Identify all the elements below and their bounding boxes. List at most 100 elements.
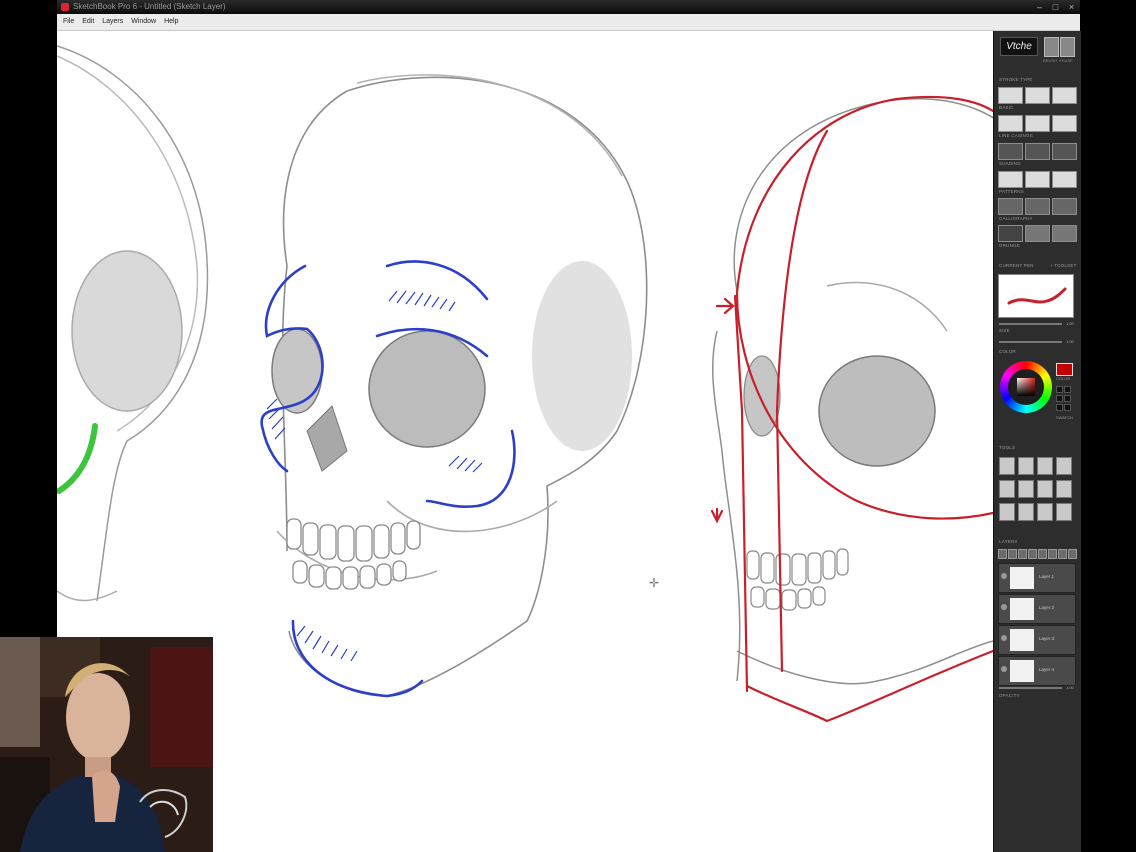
layer-row[interactable]: Layer 2 (998, 594, 1076, 624)
pen-tool-icon[interactable] (1037, 457, 1053, 475)
layer-menu-icon[interactable] (1058, 549, 1067, 559)
middle-skull-teeth (286, 518, 421, 590)
green-stroke (57, 423, 98, 494)
menu-file[interactable]: File (63, 14, 74, 30)
color-picker-square[interactable] (1017, 378, 1035, 396)
pattern-1-button[interactable] (998, 198, 1023, 215)
move-tool-icon[interactable] (1018, 503, 1034, 521)
grunge-label: GRUNGE (999, 243, 1020, 248)
eye-icon[interactable] (1001, 635, 1007, 641)
stroke-wave-button[interactable] (1052, 87, 1077, 104)
layer-thumbnail (1010, 567, 1034, 589)
calligraphy-1-button[interactable] (998, 225, 1023, 242)
minimize-button[interactable]: – (1032, 1, 1047, 13)
middle-skull-eye-right (368, 330, 486, 448)
close-button[interactable]: × (1064, 1, 1079, 13)
new-layer-icon[interactable] (998, 549, 1007, 559)
fill-tool-icon[interactable] (999, 503, 1015, 521)
casing-2-button[interactable] (1025, 143, 1050, 160)
menu-bar: File Edit Layers Window Help (57, 14, 1080, 31)
title-bar: SketchBook Pro 6 - Untitled (Sketch Laye… (57, 0, 1080, 14)
webcam-overlay (0, 637, 213, 852)
pattern-3-button[interactable] (1052, 198, 1077, 215)
mini-swatch-2[interactable] (1064, 386, 1071, 393)
layer-down-icon[interactable] (1048, 549, 1057, 559)
eye-icon[interactable] (1001, 604, 1007, 610)
casing-1-button[interactable] (998, 143, 1023, 160)
mini-swatch-4[interactable] (1064, 395, 1071, 402)
layers-label: LAYERS (999, 539, 1018, 544)
current-pen-label: CURRENT PEN (999, 263, 1034, 268)
layer-toolbar (998, 549, 1077, 559)
calligraphy-row (998, 225, 1077, 242)
swatches-label: SWATCH (1056, 415, 1073, 420)
color-section-label: COLOR (999, 349, 1017, 354)
menu-help[interactable]: Help (164, 14, 178, 30)
brush-tool-icon[interactable] (1044, 37, 1059, 57)
stroke-curve-button[interactable] (1025, 87, 1050, 104)
mini-swatch-6[interactable] (1064, 404, 1071, 411)
layer-up-icon[interactable] (1038, 549, 1047, 559)
basic-brush-3-button[interactable] (1052, 115, 1077, 132)
calligraphy-2-button[interactable] (1025, 225, 1050, 242)
patterns-label: PATTERNS (999, 189, 1024, 194)
calligraphy-label: CALLIGRAPHY (999, 216, 1033, 221)
casing-3-button[interactable] (1052, 143, 1077, 160)
menu-window[interactable]: Window (131, 14, 156, 30)
stroke-straight-button[interactable] (998, 87, 1023, 104)
toolset-label[interactable]: + TOOLSET (1050, 263, 1077, 268)
layer-row[interactable]: Layer 1 (998, 563, 1076, 593)
shading-label: SHADING (999, 161, 1021, 166)
rotate-tool-icon[interactable] (1037, 503, 1053, 521)
size-value: 1.00 (1066, 321, 1074, 326)
brush-tool-2-icon[interactable] (1056, 480, 1072, 498)
mini-swatch-3[interactable] (1056, 395, 1063, 402)
eye-icon[interactable] (1001, 573, 1007, 579)
mini-swatch-1[interactable] (1056, 386, 1063, 393)
menu-edit[interactable]: Edit (82, 14, 94, 30)
eye-icon[interactable] (1001, 666, 1007, 672)
mini-swatch-5[interactable] (1056, 404, 1063, 411)
duplicate-layer-icon[interactable] (1008, 549, 1017, 559)
shading-row (998, 171, 1077, 188)
eraser-tool-icon[interactable] (1060, 37, 1075, 57)
eyedropper-tool-icon[interactable] (1056, 503, 1072, 521)
middle-skull-nose (306, 405, 348, 472)
lasso-tool-icon[interactable] (999, 480, 1015, 498)
size-slider[interactable] (999, 323, 1062, 325)
opacity-value: 1.00 (1066, 339, 1074, 344)
crop-tool-icon[interactable] (1018, 480, 1034, 498)
right-skull-eye (818, 355, 936, 467)
layer-opacity-value: 1.00 (1066, 685, 1074, 690)
layer-opacity-slider[interactable] (999, 687, 1062, 689)
color-wheel[interactable] (1000, 361, 1052, 413)
curve-tool-icon[interactable] (1037, 480, 1053, 498)
blue-strokes (260, 260, 516, 698)
opacity-slider[interactable] (999, 341, 1062, 343)
layer-row[interactable]: Layer 3 (998, 625, 1076, 655)
calligraphy-3-button[interactable] (1052, 225, 1077, 242)
marker-tool-icon[interactable] (1056, 457, 1072, 475)
crosshair-cursor-icon: ✛ (649, 576, 660, 590)
layer-name: Layer 2 (1039, 605, 1055, 610)
pattern-2-button[interactable] (1025, 198, 1050, 215)
menu-layers[interactable]: Layers (102, 14, 123, 30)
shading-1-button[interactable] (998, 171, 1023, 188)
middle-skull-eye-left (271, 328, 323, 414)
eraser-label: ERASE (1059, 58, 1073, 63)
basic-brush-1-button[interactable] (998, 115, 1023, 132)
select-tool-icon[interactable] (999, 457, 1015, 475)
layer-thumbnail (1010, 660, 1034, 682)
pencil-tool-icon[interactable] (1018, 457, 1034, 475)
current-color-swatch[interactable] (1056, 363, 1073, 376)
image-layer-icon[interactable] (1028, 549, 1037, 559)
delete-layer-icon[interactable] (1068, 549, 1077, 559)
maximize-button[interactable]: □ (1048, 1, 1063, 13)
shading-2-button[interactable] (1025, 171, 1050, 188)
basic-brush-2-button[interactable] (1025, 115, 1050, 132)
merge-layer-icon[interactable] (1018, 549, 1027, 559)
basic-brush-row (998, 115, 1077, 132)
shading-3-button[interactable] (1052, 171, 1077, 188)
line-casings-label: LINE CASINGS (999, 133, 1033, 138)
layer-row[interactable]: Layer 4 (998, 656, 1076, 686)
